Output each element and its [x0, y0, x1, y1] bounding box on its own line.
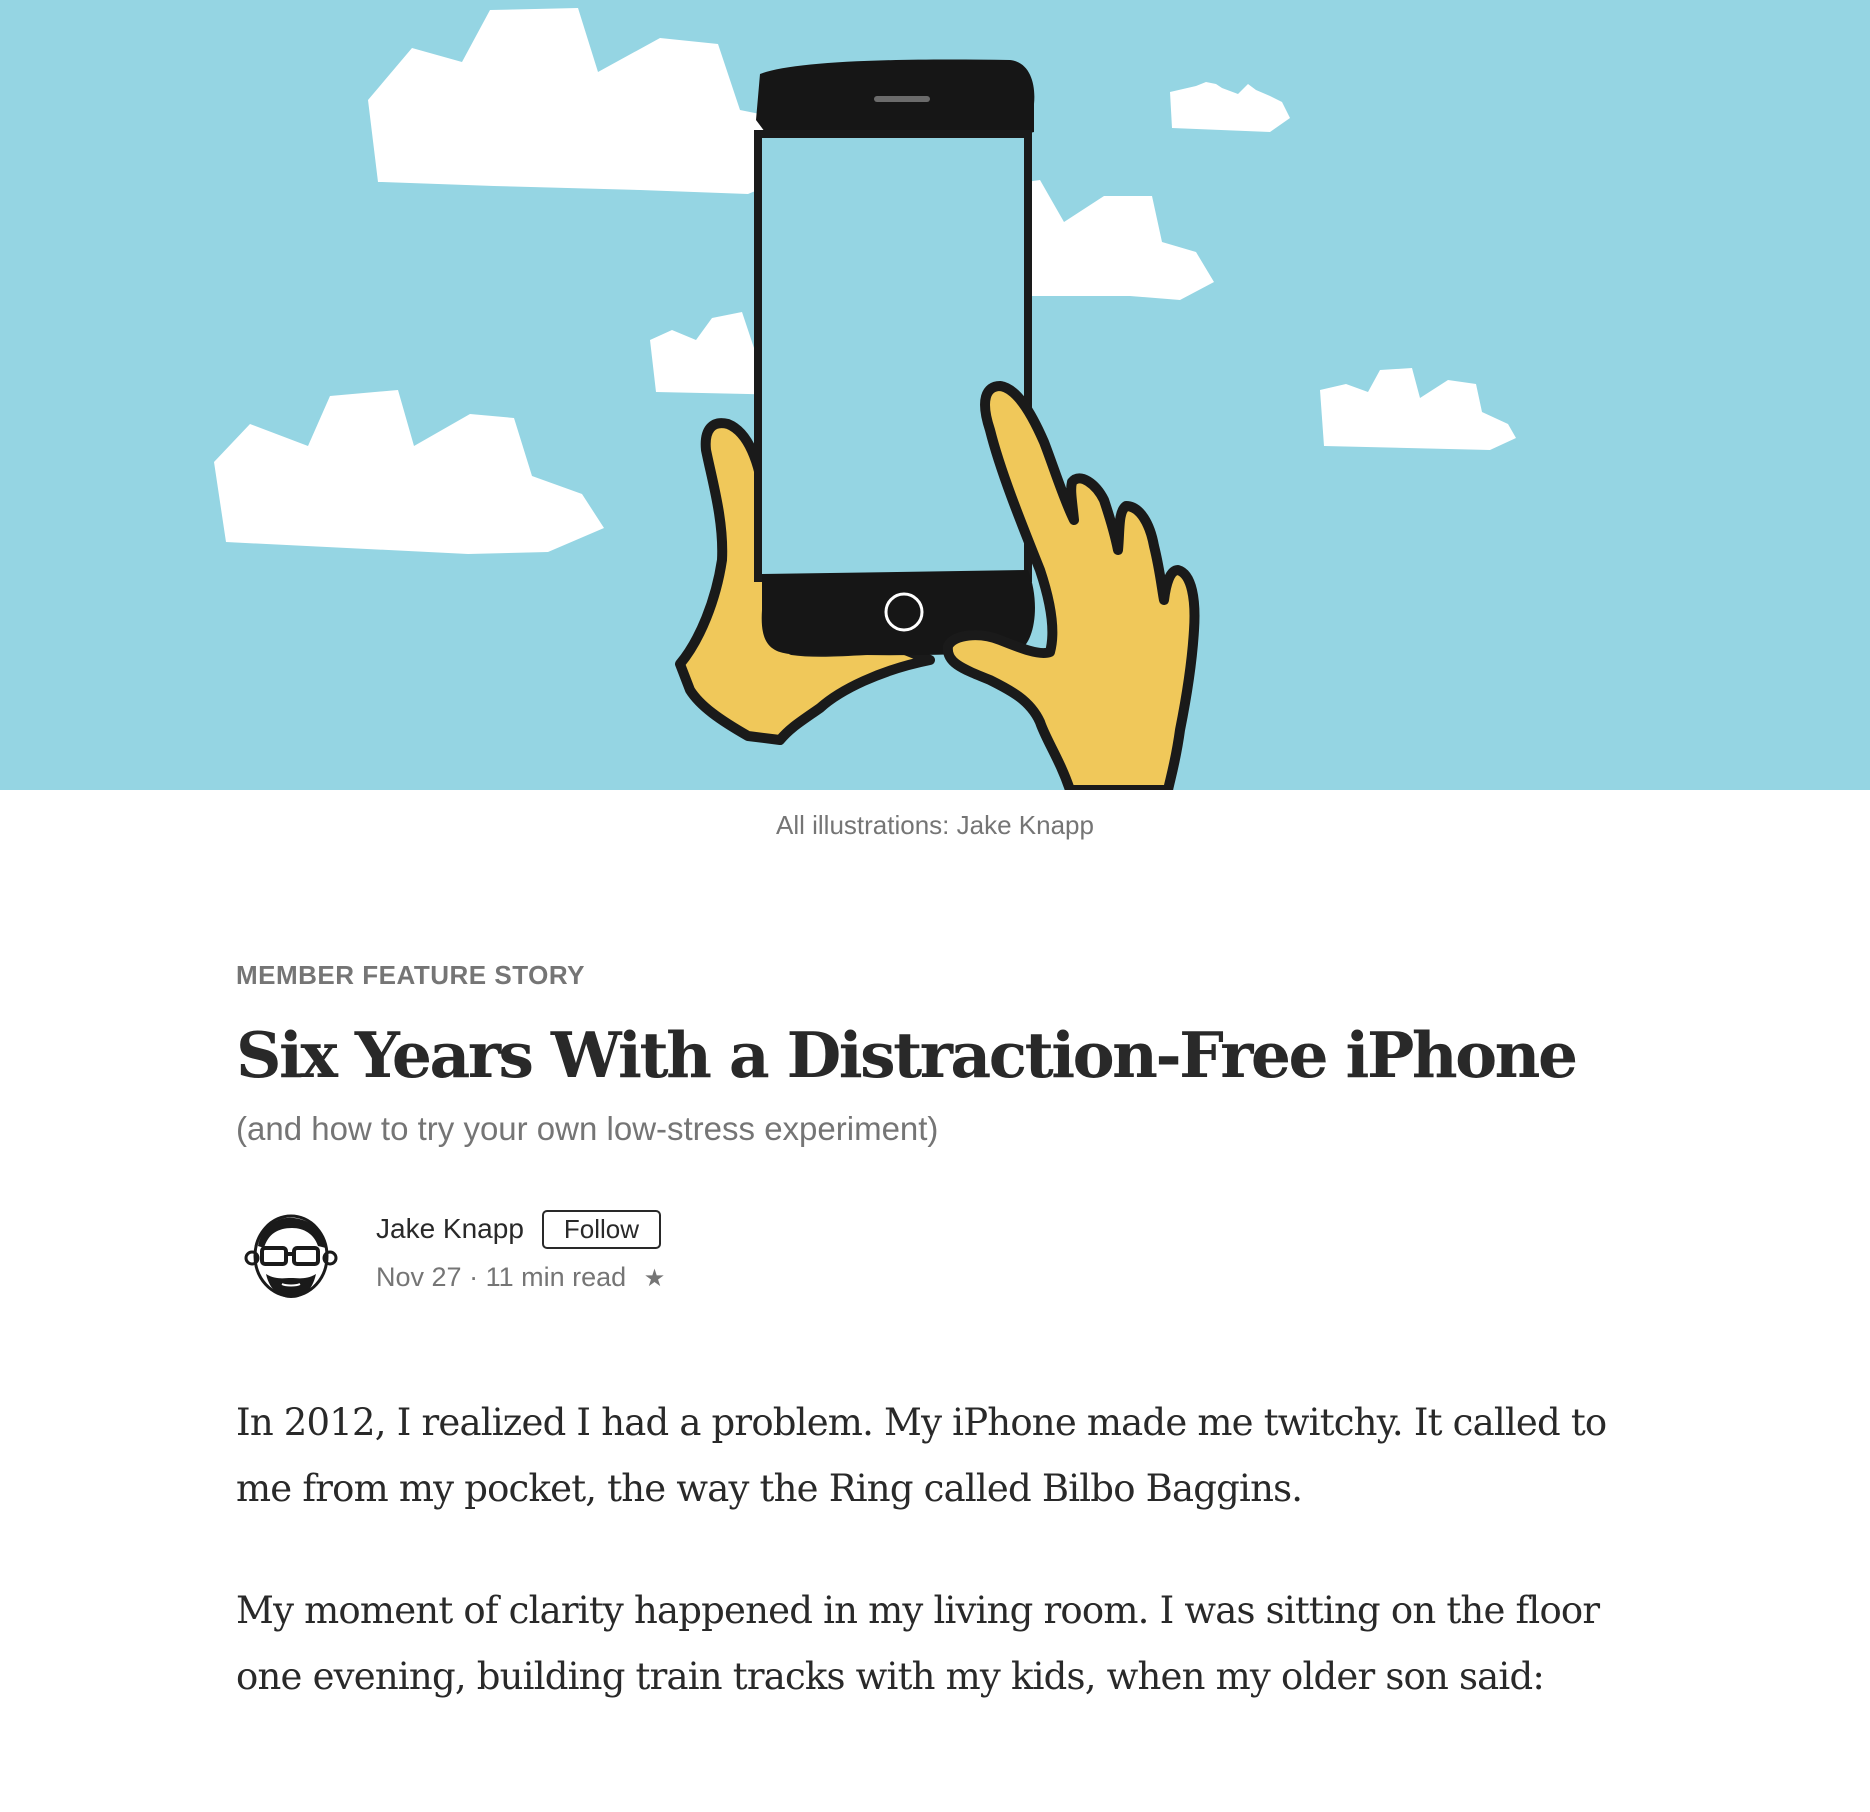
author-avatar-svg	[244, 1214, 338, 1298]
avatar[interactable]	[236, 1206, 346, 1306]
read-time: 11 min read	[485, 1261, 627, 1292]
article: MEMBER FEATURE STORY Six Years With a Di…	[236, 960, 1636, 1710]
meta-separator: ·	[469, 1261, 479, 1292]
author-name[interactable]: Jake Knapp	[376, 1213, 524, 1245]
story-kicker: MEMBER FEATURE STORY	[236, 960, 585, 990]
hero-illustration-svg	[0, 0, 1870, 790]
article-paragraph: In 2012, I realized I had a problem. My …	[236, 1400, 1607, 1510]
hero-illustration	[0, 0, 1870, 790]
byline: Jake Knapp Follow Nov 27 · 11 min read ★	[236, 1206, 1636, 1298]
article-paragraph: My moment of clarity happened in my livi…	[236, 1588, 1600, 1698]
member-star-icon: ★	[643, 1264, 666, 1292]
publish-date: Nov 27	[376, 1261, 462, 1292]
article-subtitle: (and how to try your own low-stress expe…	[236, 1109, 939, 1147]
phone-speaker	[874, 96, 930, 102]
article-meta: Nov 27 · 11 min read ★	[376, 1262, 665, 1293]
phone-screen	[754, 130, 1032, 582]
hero-caption: All illustrations: Jake Knapp	[776, 810, 1094, 840]
author-row: Jake Knapp Follow	[376, 1209, 662, 1249]
article-title: Six Years With a Distraction-Free iPhone	[236, 1018, 1578, 1092]
follow-button[interactable]: Follow	[541, 1209, 662, 1249]
